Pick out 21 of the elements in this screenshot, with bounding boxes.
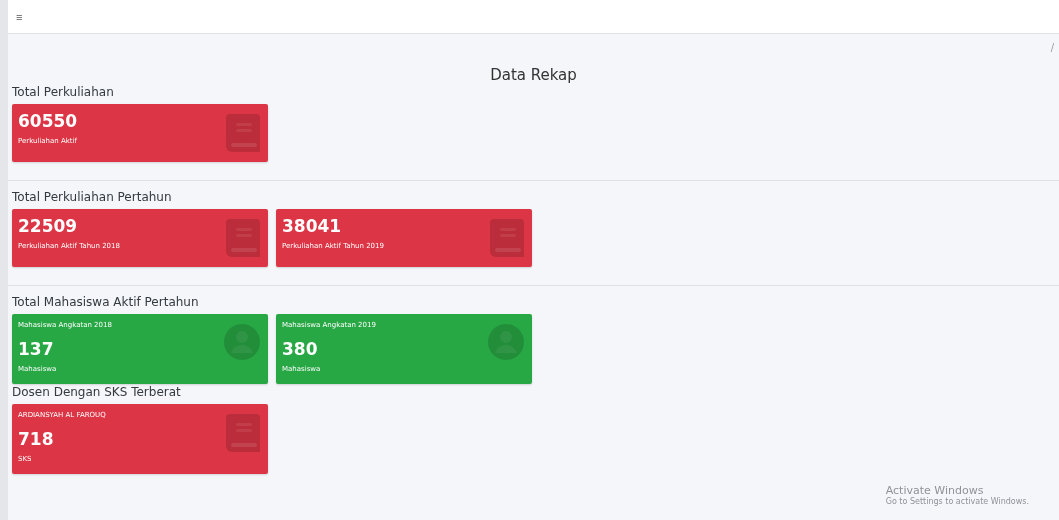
book-icon [226,219,260,257]
stat-value: 60550 [18,110,78,132]
stat-value: 718 [18,428,54,450]
user-avatar-icon [488,324,524,360]
breadcrumb: / [1050,42,1054,54]
stat-value: 137 [18,338,54,360]
activation-notice-title: Activate Windows [885,484,985,497]
activation-notice-text: Go to Settings to activate Windows. [885,497,1029,506]
book-icon [490,219,524,257]
stat-value: 38041 [282,215,342,237]
menu-button[interactable]: ≡ [12,8,27,25]
section-heading: Total Perkuliahan [12,84,115,100]
stat-value: 380 [282,338,318,360]
page-title: Data Rekap [489,66,578,84]
user-avatar-icon [224,324,260,360]
section-heading: Total Mahasiswa Aktif Pertahun [12,294,200,310]
section-heading: Dosen Dengan SKS Terberat [12,384,182,400]
stat-value: 22509 [18,215,78,237]
book-icon [226,114,260,152]
section-heading: Total Perkuliahan Pertahun [12,189,173,205]
book-icon [226,414,260,452]
